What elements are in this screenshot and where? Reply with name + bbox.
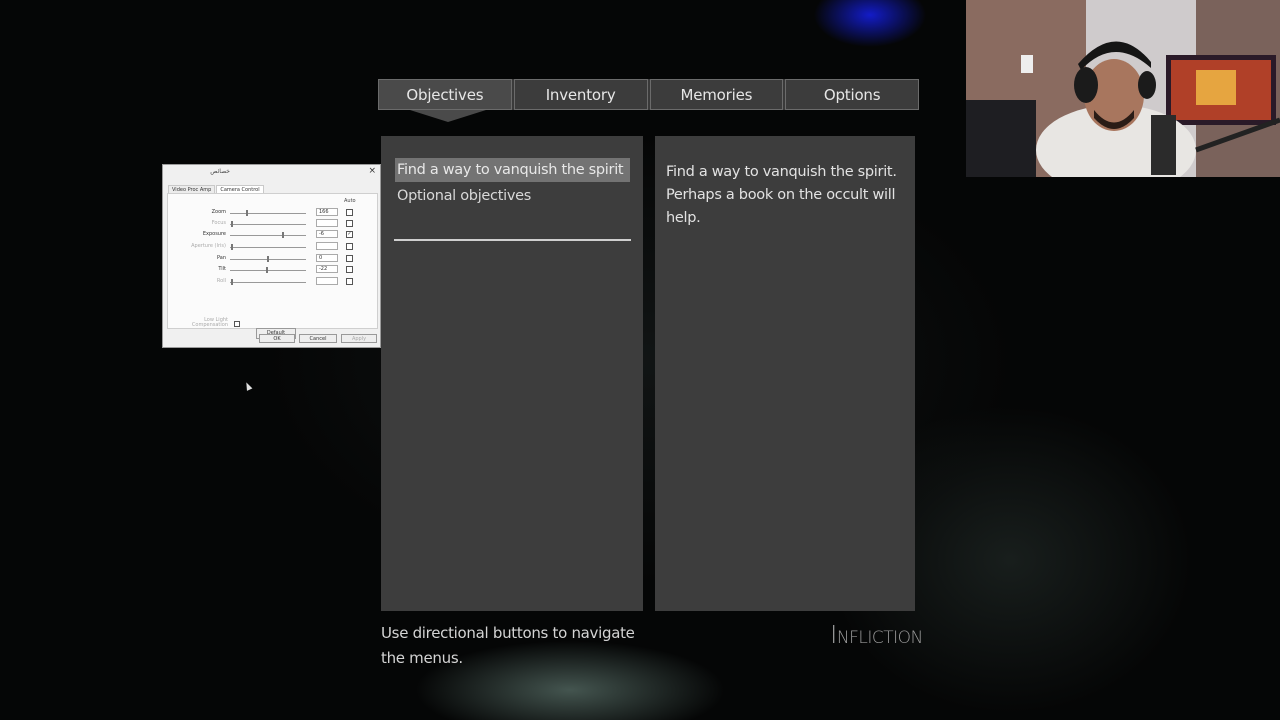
dialog-title: خصائص <box>210 168 230 175</box>
camera-setting-row: Zoom 166 <box>168 208 379 218</box>
close-icon[interactable]: × <box>368 166 376 176</box>
objective-description: Find a way to vanquish the spirit. Perha… <box>666 164 897 226</box>
camera-setting-slider[interactable] <box>230 267 306 273</box>
slider-thumb[interactable] <box>266 267 268 273</box>
infliction-logo: INFLICTION <box>830 620 923 649</box>
camera-setting-row: Aperture (Iris) <box>168 242 379 252</box>
camera-setting-row: Focus <box>168 219 379 229</box>
camera-setting-slider <box>230 221 306 227</box>
slider-thumb[interactable] <box>282 232 284 238</box>
camera-setting-label: Aperture (Iris) <box>191 243 226 249</box>
camera-setting-slider[interactable] <box>230 232 306 238</box>
camera-setting-slider[interactable] <box>230 210 306 216</box>
camera-setting-value-field[interactable]: 166 <box>316 208 338 216</box>
camera-setting-slider <box>230 244 306 250</box>
slider-thumb[interactable] <box>246 210 248 216</box>
camera-setting-value-field[interactable]: -6 <box>316 230 338 238</box>
tab-options[interactable]: Options <box>785 79 919 110</box>
camera-setting-row: Exposure -6 ✓ <box>168 230 379 240</box>
camera-setting-value-field <box>316 219 338 227</box>
auto-checkbox[interactable] <box>346 220 353 227</box>
tab-inventory[interactable]: Inventory <box>513 79 648 110</box>
auto-checkbox[interactable] <box>346 255 353 262</box>
navigation-hint: Use directional buttons to navigate the … <box>381 624 635 667</box>
camera-setting-value-field <box>316 277 338 285</box>
camera-setting-row: Pan 0 <box>168 254 379 264</box>
auto-checkbox[interactable] <box>346 209 353 216</box>
objectives-list-panel: Find a way to vanquish the spirit Option… <box>381 136 643 611</box>
low-light-compensation-label: Low Light Compensation <box>191 317 228 328</box>
menu-tab-bar: Objectives Inventory Memories Options <box>378 79 919 110</box>
tab-memories[interactable]: Memories <box>649 79 784 110</box>
webcam-feed-image <box>966 0 1280 177</box>
camera-setting-row: Tilt -22 <box>168 265 379 275</box>
auto-checkbox[interactable] <box>346 266 353 273</box>
slider-thumb[interactable] <box>267 256 269 262</box>
camera-setting-row: Roll <box>168 277 379 287</box>
camera-setting-label: Tilt <box>218 266 226 272</box>
slider-thumb <box>231 279 233 285</box>
objectives-divider <box>394 239 631 241</box>
active-tab-pointer <box>410 110 486 122</box>
slider-thumb <box>231 244 233 250</box>
webcam-overlay <box>966 0 1280 177</box>
camera-setting-label: Pan <box>216 255 226 261</box>
objective-description-panel: Find a way to vanquish the spirit. Perha… <box>655 136 915 611</box>
cancel-button[interactable]: Cancel <box>299 334 337 343</box>
camera-setting-slider <box>230 279 306 285</box>
camera-setting-label: Roll <box>216 278 226 284</box>
objective-item-optional[interactable]: Optional objectives <box>395 184 630 208</box>
auto-checkbox[interactable]: ✓ <box>346 231 353 238</box>
camera-control-body: Auto Zoom 166 Focus Exposure -6 ✓ Aperture (Ir… <box>167 193 379 339</box>
tab-objectives[interactable]: Objectives <box>378 79 512 110</box>
auto-checkbox[interactable] <box>346 278 353 285</box>
ok-button[interactable]: OK <box>259 334 295 343</box>
camera-properties-dialog: خصائص × Video Proc Amp Camera Control Au… <box>162 164 381 348</box>
slider-thumb <box>231 221 233 227</box>
apply-button[interactable]: Apply <box>341 334 377 343</box>
auto-checkbox[interactable] <box>346 243 353 250</box>
objective-item-vanquish-spirit[interactable]: Find a way to vanquish the spirit <box>395 158 630 182</box>
camera-setting-label: Focus <box>211 220 226 226</box>
low-light-compensation-checkbox[interactable] <box>234 321 240 327</box>
camera-setting-slider[interactable] <box>230 256 306 262</box>
auto-column-label: Auto <box>344 198 356 204</box>
camera-setting-label: Exposure <box>202 231 226 237</box>
camera-setting-value-field[interactable]: -22 <box>316 265 338 273</box>
camera-setting-value-field[interactable]: 0 <box>316 254 338 262</box>
camera-setting-value-field <box>316 242 338 250</box>
camera-setting-label: Zoom <box>211 209 226 215</box>
